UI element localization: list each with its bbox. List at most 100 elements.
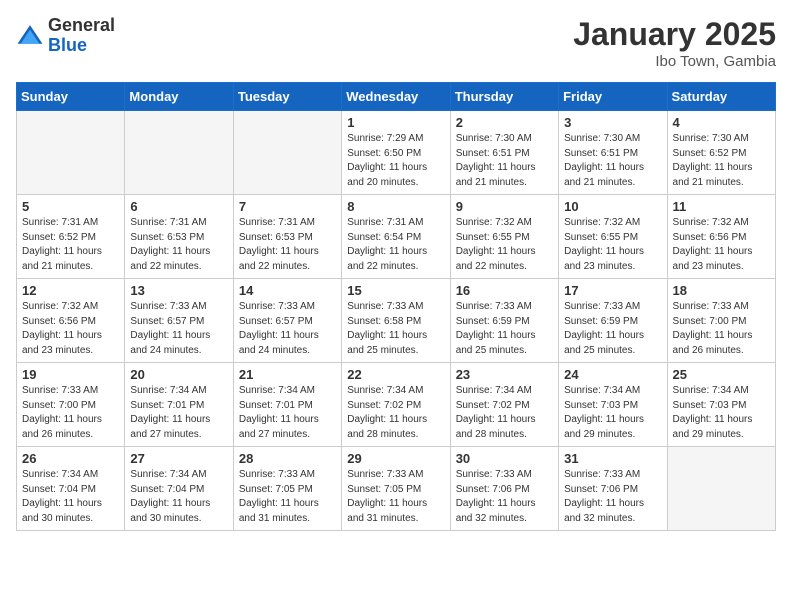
calendar-cell: 19 Sunrise: 7:33 AM Sunset: 7:00 PM Dayli… — [17, 363, 125, 447]
calendar-week-row: 5Sunrise: 7:31 AM Sunset: 6:52 PM Daylig… — [17, 195, 776, 279]
weekday-header: Sunday — [17, 83, 125, 111]
day-info: Sunrise: 7:31 AM Sunset: 6:54 PM Dayligh… — [347, 216, 444, 274]
calendar-cell: 3 Sunrise: 7:30 AM Sunset: 6:51 PM Daylig… — [559, 111, 667, 195]
day-info: Sunrise: 7:34 AM Sunset: 7:02 PM Dayligh… — [456, 384, 553, 442]
calendar-cell: 15Sunrise: 7:33 AM Sunset: 6:58 PM Dayli… — [342, 279, 450, 363]
day-info: Sunrise: 7:33 AM Sunset: 7:05 PM Dayligh… — [239, 468, 336, 526]
weekday-header-row: SundayMondayTuesdayWednesdayThursdayFrid… — [17, 83, 776, 111]
day-number: 23 — [456, 367, 553, 382]
logo-blue: Blue — [48, 35, 87, 55]
day-number: 27 — [130, 451, 227, 466]
weekday-header: Thursday — [450, 83, 558, 111]
weekday-header: Monday — [125, 83, 233, 111]
weekday-header: Tuesday — [233, 83, 341, 111]
day-number: 22 — [347, 367, 444, 382]
calendar-cell: 13 Sunrise: 7:33 AM Sunset: 6:57 PM Dayli… — [125, 279, 233, 363]
title-block: January 2025 Ibo Town, Gambia — [573, 16, 776, 70]
day-info: Sunrise: 7:33 AM Sunset: 7:00 PM Dayligh… — [673, 300, 770, 358]
calendar-cell: 9 Sunrise: 7:32 AM Sunset: 6:55 PM Daylig… — [450, 195, 558, 279]
calendar-cell — [233, 111, 341, 195]
day-info: Sunrise: 7:34 AM Sunset: 7:04 PM Dayligh… — [130, 468, 227, 526]
logo: General Blue — [16, 16, 115, 56]
day-info: Sunrise: 7:34 AM Sunset: 7:01 PM Dayligh… — [239, 384, 336, 442]
logo-icon — [16, 22, 44, 50]
calendar-cell: 1 Sunrise: 7:29 AM Sunset: 6:50 PM Daylig… — [342, 111, 450, 195]
day-number: 9 — [456, 199, 553, 214]
calendar-cell: 23 Sunrise: 7:34 AM Sunset: 7:02 PM Dayli… — [450, 363, 558, 447]
day-number: 3 — [564, 115, 661, 130]
calendar-cell: 10 Sunrise: 7:32 AM Sunset: 6:55 PM Dayli… — [559, 195, 667, 279]
month-title: January 2025 — [573, 16, 776, 53]
calendar-cell: 27 Sunrise: 7:34 AM Sunset: 7:04 PM Dayli… — [125, 447, 233, 531]
day-info: Sunrise: 7:34 AM Sunset: 7:01 PM Dayligh… — [130, 384, 227, 442]
calendar-cell: 31Sunrise: 7:33 AM Sunset: 7:06 PM Dayli… — [559, 447, 667, 531]
day-number: 24 — [564, 367, 661, 382]
page-header: General Blue January 2025 Ibo Town, Gamb… — [16, 16, 776, 70]
day-info: Sunrise: 7:30 AM Sunset: 6:51 PM Dayligh… — [564, 132, 661, 190]
day-info: Sunrise: 7:33 AM Sunset: 6:57 PM Dayligh… — [239, 300, 336, 358]
calendar-cell: 25 Sunrise: 7:34 AM Sunset: 7:03 PM Dayli… — [667, 363, 775, 447]
day-info: Sunrise: 7:33 AM Sunset: 6:59 PM Dayligh… — [564, 300, 661, 358]
day-number: 17 — [564, 283, 661, 298]
day-info: Sunrise: 7:32 AM Sunset: 6:56 PM Dayligh… — [22, 300, 119, 358]
day-info: Sunrise: 7:33 AM Sunset: 7:05 PM Dayligh… — [347, 468, 444, 526]
day-info: Sunrise: 7:32 AM Sunset: 6:55 PM Dayligh… — [564, 216, 661, 274]
day-number: 30 — [456, 451, 553, 466]
calendar-cell: 24 Sunrise: 7:34 AM Sunset: 7:03 PM Dayli… — [559, 363, 667, 447]
day-info: Sunrise: 7:32 AM Sunset: 6:56 PM Dayligh… — [673, 216, 770, 274]
day-number: 12 — [22, 283, 119, 298]
day-number: 16 — [456, 283, 553, 298]
calendar-cell: 22 Sunrise: 7:34 AM Sunset: 7:02 PM Dayli… — [342, 363, 450, 447]
day-info: Sunrise: 7:34 AM Sunset: 7:02 PM Dayligh… — [347, 384, 444, 442]
day-number: 11 — [673, 199, 770, 214]
day-number: 4 — [673, 115, 770, 130]
day-number: 13 — [130, 283, 227, 298]
weekday-header: Friday — [559, 83, 667, 111]
calendar: SundayMondayTuesdayWednesdayThursdayFrid… — [16, 82, 776, 531]
day-number: 7 — [239, 199, 336, 214]
calendar-cell: 30 Sunrise: 7:33 AM Sunset: 7:06 PM Dayli… — [450, 447, 558, 531]
logo-text: General Blue — [48, 16, 115, 56]
day-info: Sunrise: 7:29 AM Sunset: 6:50 PM Dayligh… — [347, 132, 444, 190]
day-info: Sunrise: 7:33 AM Sunset: 6:58 PM Dayligh… — [347, 300, 444, 358]
day-info: Sunrise: 7:31 AM Sunset: 6:53 PM Dayligh… — [130, 216, 227, 274]
weekday-header: Wednesday — [342, 83, 450, 111]
day-info: Sunrise: 7:34 AM Sunset: 7:03 PM Dayligh… — [673, 384, 770, 442]
day-number: 29 — [347, 451, 444, 466]
calendar-cell — [125, 111, 233, 195]
calendar-cell: 29 Sunrise: 7:33 AM Sunset: 7:05 PM Dayli… — [342, 447, 450, 531]
calendar-cell: 16 Sunrise: 7:33 AM Sunset: 6:59 PM Dayli… — [450, 279, 558, 363]
day-info: Sunrise: 7:33 AM Sunset: 7:06 PM Dayligh… — [564, 468, 661, 526]
calendar-cell: 7 Sunrise: 7:31 AM Sunset: 6:53 PM Daylig… — [233, 195, 341, 279]
calendar-cell: 21Sunrise: 7:34 AM Sunset: 7:01 PM Dayli… — [233, 363, 341, 447]
day-info: Sunrise: 7:33 AM Sunset: 6:59 PM Dayligh… — [456, 300, 553, 358]
day-number: 1 — [347, 115, 444, 130]
day-number: 20 — [130, 367, 227, 382]
calendar-cell: 12 Sunrise: 7:32 AM Sunset: 6:56 PM Dayli… — [17, 279, 125, 363]
weekday-header: Saturday — [667, 83, 775, 111]
day-number: 18 — [673, 283, 770, 298]
calendar-cell: 2Sunrise: 7:30 AM Sunset: 6:51 PM Daylig… — [450, 111, 558, 195]
day-info: Sunrise: 7:33 AM Sunset: 7:00 PM Dayligh… — [22, 384, 119, 442]
day-info: Sunrise: 7:33 AM Sunset: 7:06 PM Dayligh… — [456, 468, 553, 526]
calendar-cell: 8 Sunrise: 7:31 AM Sunset: 6:54 PM Daylig… — [342, 195, 450, 279]
day-info: Sunrise: 7:31 AM Sunset: 6:53 PM Dayligh… — [239, 216, 336, 274]
day-info: Sunrise: 7:31 AM Sunset: 6:52 PM Dayligh… — [22, 216, 119, 274]
day-number: 25 — [673, 367, 770, 382]
day-info: Sunrise: 7:33 AM Sunset: 6:57 PM Dayligh… — [130, 300, 227, 358]
calendar-week-row: 19 Sunrise: 7:33 AM Sunset: 7:00 PM Dayli… — [17, 363, 776, 447]
day-number: 14 — [239, 283, 336, 298]
calendar-cell — [17, 111, 125, 195]
day-number: 10 — [564, 199, 661, 214]
logo-general: General — [48, 15, 115, 35]
calendar-cell: 28Sunrise: 7:33 AM Sunset: 7:05 PM Dayli… — [233, 447, 341, 531]
day-number: 19 — [22, 367, 119, 382]
day-number: 6 — [130, 199, 227, 214]
day-number: 8 — [347, 199, 444, 214]
location: Ibo Town, Gambia — [573, 53, 776, 70]
calendar-cell: 26Sunrise: 7:34 AM Sunset: 7:04 PM Dayli… — [17, 447, 125, 531]
day-info: Sunrise: 7:30 AM Sunset: 6:52 PM Dayligh… — [673, 132, 770, 190]
calendar-cell — [667, 447, 775, 531]
day-info: Sunrise: 7:32 AM Sunset: 6:55 PM Dayligh… — [456, 216, 553, 274]
day-info: Sunrise: 7:34 AM Sunset: 7:03 PM Dayligh… — [564, 384, 661, 442]
